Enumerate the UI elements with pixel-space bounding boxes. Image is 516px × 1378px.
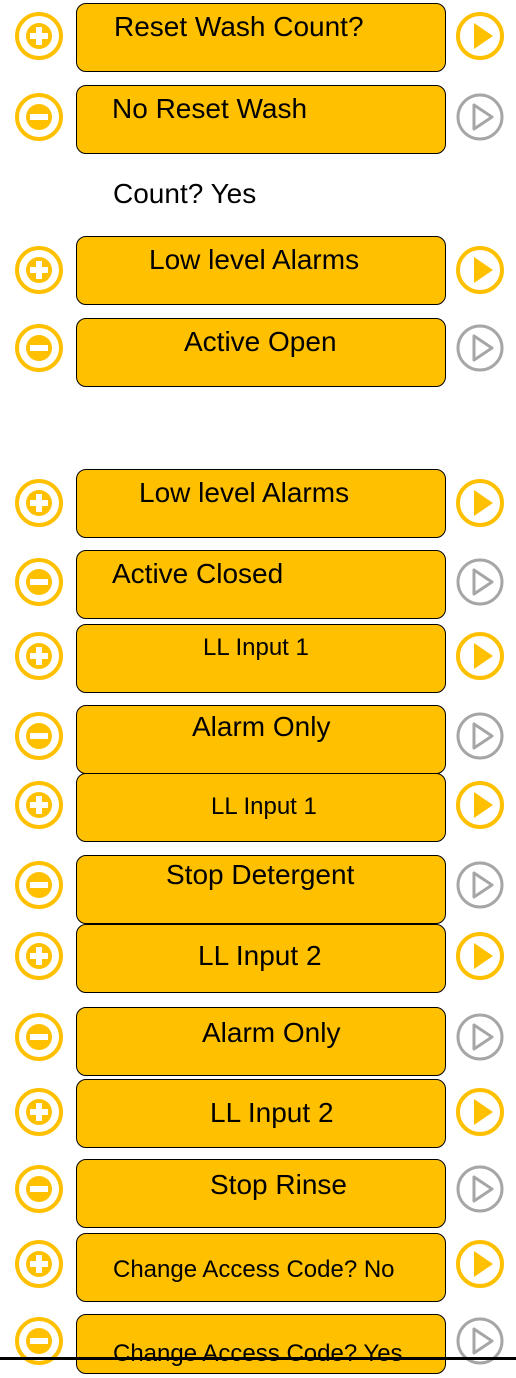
option-button[interactable]: LL Input 2 (76, 924, 446, 993)
option-button[interactable]: LL Input 1 (76, 624, 446, 693)
plus-circle-icon[interactable] (14, 478, 64, 528)
option-label: Low level Alarms (139, 477, 350, 508)
option-label: No Reset Wash (112, 93, 308, 124)
plus-circle-icon[interactable] (14, 931, 64, 981)
plus-circle-icon[interactable] (14, 11, 64, 61)
option-button[interactable]: Active Open (76, 318, 446, 387)
option-button[interactable]: Stop Detergent (76, 855, 446, 924)
option-label: Active Open (184, 326, 337, 357)
play-icon[interactable] (455, 11, 505, 61)
minus-circle-icon[interactable] (14, 1164, 64, 1214)
plus-circle-icon[interactable] (14, 1087, 64, 1137)
option-button[interactable]: Reset Wash Count? (76, 3, 446, 72)
option-label: LL Input 1 (203, 634, 309, 661)
minus-circle-icon[interactable] (14, 92, 64, 142)
option-button[interactable]: LL Input 2 (76, 1079, 446, 1148)
plus-circle-icon[interactable] (14, 780, 64, 830)
option-button[interactable]: Low level Alarms (76, 469, 446, 538)
minus-circle-icon[interactable] (14, 860, 64, 910)
option-label: Low level Alarms (149, 244, 360, 275)
continuation-text: Count? Yes (113, 178, 257, 209)
minus-circle-icon[interactable] (14, 1012, 64, 1062)
minus-circle-icon[interactable] (14, 323, 64, 373)
option-button[interactable]: Change Access Code? Yes (76, 1314, 446, 1374)
option-button[interactable]: LL Input 1 (76, 773, 446, 842)
option-label: Change Access Code? Yes (113, 1340, 403, 1367)
bottom-divider (0, 1357, 516, 1360)
option-label: LL Input 1 (211, 793, 317, 820)
option-label: Reset Wash Count? (114, 11, 364, 42)
play-icon[interactable] (455, 245, 505, 295)
play-outline-icon[interactable] (455, 711, 505, 761)
play-icon[interactable] (455, 931, 505, 981)
option-label: Alarm Only (192, 711, 331, 742)
play-icon[interactable] (455, 478, 505, 528)
option-button[interactable]: Low level Alarms (76, 236, 446, 305)
play-outline-icon[interactable] (455, 1164, 505, 1214)
option-label: Alarm Only (202, 1017, 341, 1048)
option-label: LL Input 2 (210, 1097, 334, 1128)
option-label: LL Input 2 (198, 940, 322, 971)
option-label: Change Access Code? No (113, 1256, 395, 1283)
option-button[interactable]: No Reset Wash (76, 85, 446, 154)
option-button[interactable]: Change Access Code? No (76, 1233, 446, 1302)
plus-circle-icon[interactable] (14, 245, 64, 295)
option-button[interactable]: Alarm Only (76, 1007, 446, 1076)
option-button[interactable]: Active Closed (76, 550, 446, 619)
option-label: Stop Detergent (166, 859, 355, 890)
minus-circle-icon[interactable] (14, 711, 64, 761)
play-icon[interactable] (455, 1239, 505, 1289)
option-button[interactable]: Stop Rinse (76, 1159, 446, 1228)
play-icon[interactable] (455, 631, 505, 681)
option-label: Active Closed (112, 558, 284, 589)
play-outline-icon[interactable] (455, 1012, 505, 1062)
minus-circle-icon[interactable] (14, 557, 64, 607)
play-outline-icon[interactable] (455, 557, 505, 607)
play-outline-icon[interactable] (455, 860, 505, 910)
plus-circle-icon[interactable] (14, 1239, 64, 1289)
plus-circle-icon[interactable] (14, 631, 64, 681)
play-outline-icon[interactable] (455, 92, 505, 142)
play-icon[interactable] (455, 780, 505, 830)
play-outline-icon[interactable] (455, 323, 505, 373)
option-button[interactable]: Alarm Only (76, 705, 446, 774)
option-label: Stop Rinse (210, 1169, 347, 1200)
play-icon[interactable] (455, 1087, 505, 1137)
